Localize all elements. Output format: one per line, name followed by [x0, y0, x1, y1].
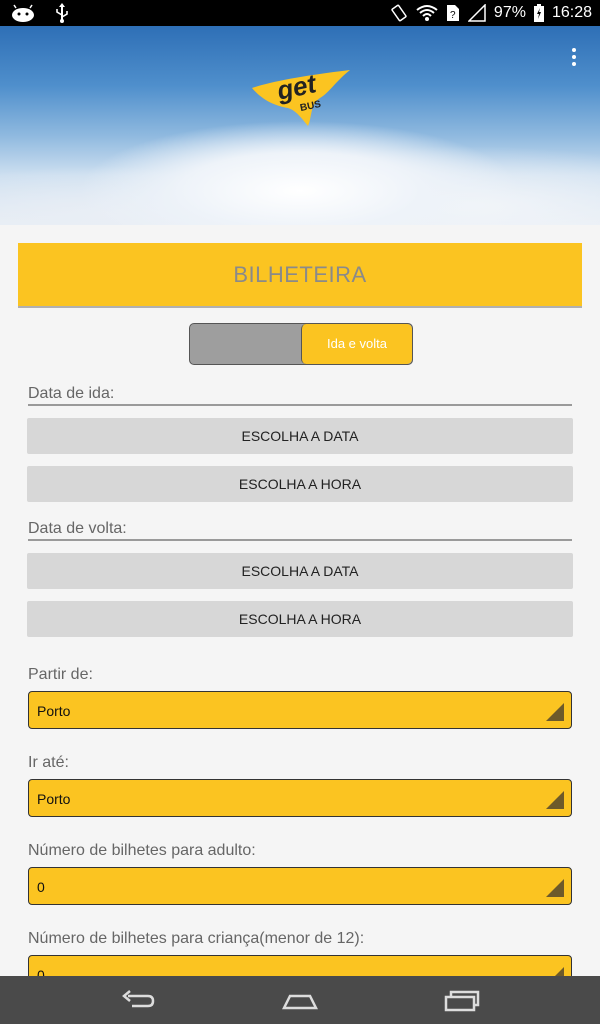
to-label: Ir até: — [28, 754, 69, 771]
ticket-form: BILHETEIRA Ida e volta Data de ida: ESCO… — [0, 225, 600, 976]
from-select[interactable]: Porto — [28, 691, 572, 729]
return-time-button[interactable]: ESCOLHA A HORA — [27, 601, 573, 637]
return-date-button[interactable]: ESCOLHA A DATA — [27, 553, 573, 589]
child-tickets-label: Número de bilhetes para criança(menor de… — [28, 930, 365, 947]
svg-text:?: ? — [450, 10, 456, 21]
trip-type-toggle[interactable]: Ida e volta — [189, 323, 413, 365]
adult-tickets-label: Número de bilhetes para adulto: — [28, 842, 256, 859]
return-date-label: Data de volta: — [28, 520, 127, 537]
departure-date-button[interactable]: ESCOLHA A DATA — [27, 418, 573, 454]
child-tickets-value: 0 — [37, 967, 45, 976]
home-icon[interactable] — [282, 988, 318, 1012]
dropdown-arrow-icon — [546, 791, 564, 809]
departure-date-label: Data de ida: — [28, 385, 115, 402]
divider — [28, 539, 572, 541]
usb-icon — [56, 3, 68, 23]
recents-icon[interactable] — [444, 988, 480, 1012]
sim-icon: ? — [446, 5, 459, 21]
from-label: Partir de: — [28, 666, 93, 683]
departure-time-button[interactable]: ESCOLHA A HORA — [27, 466, 573, 502]
status-bar: ? 97% 16:28 — [0, 0, 600, 26]
adult-tickets-select[interactable]: 0 — [28, 867, 572, 905]
wifi-icon — [416, 5, 438, 21]
overflow-menu-icon[interactable] — [570, 48, 578, 66]
android-icon — [12, 4, 34, 22]
battery-charging-icon — [533, 4, 544, 22]
dropdown-arrow-icon — [546, 879, 564, 897]
to-select[interactable]: Porto — [28, 779, 572, 817]
dropdown-arrow-icon — [546, 703, 564, 721]
battery-percentage: 97% — [493, 4, 526, 21]
divider — [28, 404, 572, 406]
adult-tickets-value: 0 — [37, 879, 45, 895]
to-value: Porto — [37, 791, 71, 807]
back-icon[interactable] — [120, 988, 156, 1012]
page-title-bar: BILHETEIRA — [18, 243, 582, 308]
signal-icon — [467, 4, 486, 22]
rotation-icon — [391, 4, 407, 22]
from-value: Porto — [37, 703, 71, 719]
dropdown-arrow-icon — [546, 967, 564, 976]
toggle-selected-option[interactable]: Ida e volta — [301, 324, 412, 364]
navigation-bar — [0, 976, 600, 1024]
page-title: BILHETEIRA — [233, 262, 367, 287]
clock: 16:28 — [551, 4, 592, 21]
child-tickets-select[interactable]: 0 — [28, 955, 572, 976]
